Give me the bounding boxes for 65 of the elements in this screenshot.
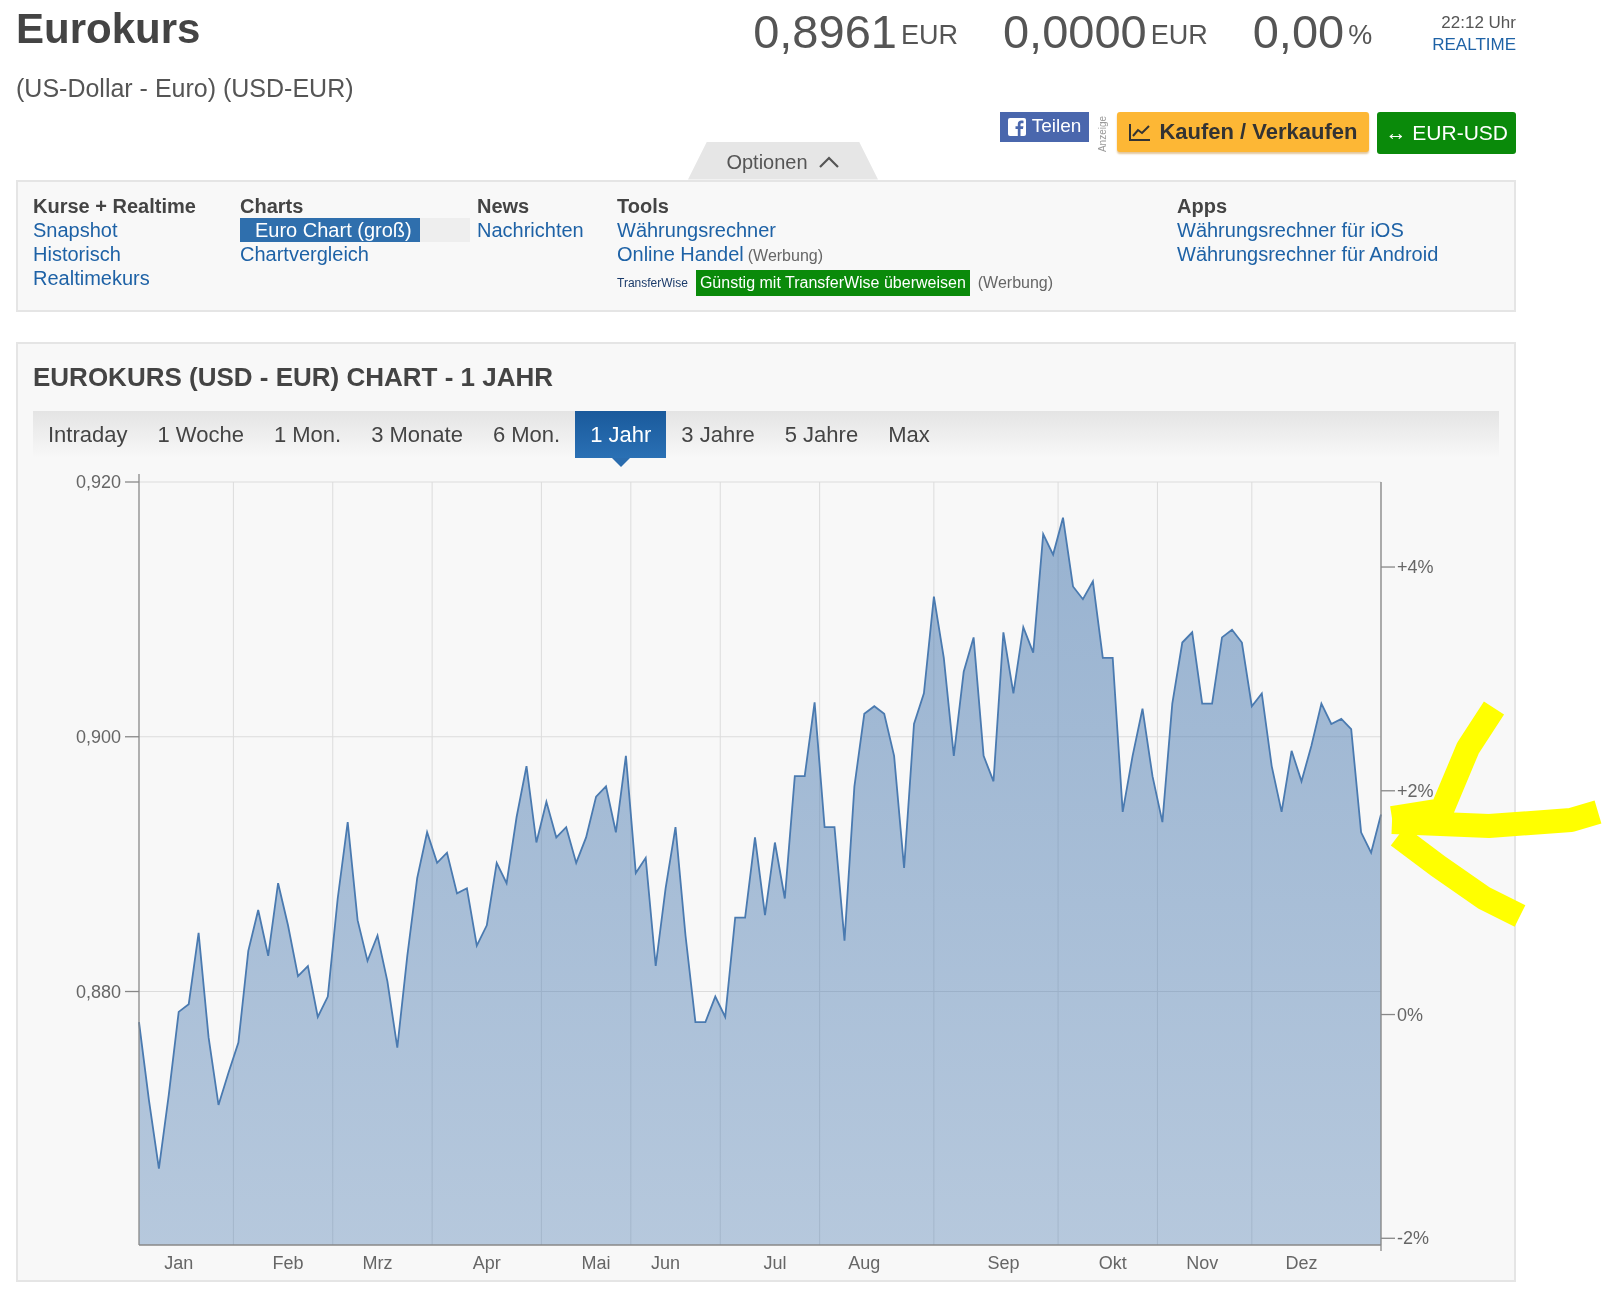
range-tab[interactable]: 6 Mon. <box>477 410 576 458</box>
menu-heading: Apps <box>1177 193 1228 218</box>
options-tab[interactable]: Optionen <box>688 141 878 180</box>
realtime-link[interactable]: REALTIME <box>1432 35 1516 55</box>
quote-value: 0,00 <box>1252 8 1345 55</box>
menu-link[interactable]: Chartvergleich <box>240 241 477 266</box>
month-label: Feb <box>272 1252 304 1273</box>
range-tab[interactable]: 3 Jahre <box>666 410 770 458</box>
range-tab[interactable]: 1 Woche <box>142 410 259 458</box>
y-tick-label: 0,880 <box>75 981 121 1001</box>
month-label: Apr <box>472 1252 501 1273</box>
quote-time: 22:12 Uhr <box>1440 12 1516 34</box>
y-tick-label: 0,900 <box>75 726 121 747</box>
menu-link[interactable]: Snapshot <box>33 217 240 242</box>
menu-link[interactable]: Realtimekurs <box>33 265 240 290</box>
menu-link[interactable]: Währungsrechner <box>617 217 1177 242</box>
tab-pointer-icon <box>611 457 630 467</box>
range-tab[interactable]: Max <box>873 410 945 458</box>
percent-tick-label: 0% <box>1397 1004 1423 1025</box>
facebook-icon <box>1007 117 1026 136</box>
month-label: Sep <box>987 1252 1020 1273</box>
quote-value: 0,8961 <box>753 8 897 55</box>
month-label: Aug <box>848 1252 881 1273</box>
page-subtitle: (US-Dollar - Euro) (USD-EUR) <box>16 73 354 104</box>
quote-unit: % <box>1348 18 1373 52</box>
ad-note: (Werbung) <box>747 245 824 266</box>
menu-link[interactable]: Online Handel <box>617 241 744 266</box>
month-label: Jul <box>763 1252 787 1273</box>
month-label: Jan <box>164 1252 194 1273</box>
month-label: Nov <box>1186 1252 1219 1273</box>
month-label: Dez <box>1285 1252 1318 1273</box>
ad-note: (Werbung) <box>977 272 1054 293</box>
quote-unit: EUR <box>900 18 958 52</box>
y-tick-label: 0,920 <box>75 471 121 492</box>
percent-tick-label: +4% <box>1397 556 1434 577</box>
line-chart-icon <box>1129 122 1152 141</box>
menu-heading: Kurse + Realtime <box>33 193 197 218</box>
menu-heading: Tools <box>617 193 670 218</box>
currency-switch-button[interactable]: ↔ EUR-USD <box>1377 111 1516 154</box>
transferwise-logo: TransferWise <box>617 274 688 292</box>
page-title: Eurokurs <box>16 8 202 50</box>
menu-heading: News <box>477 193 531 218</box>
menu-link[interactable]: Währungsrechner für Android <box>1177 241 1477 266</box>
range-tab[interactable]: Intraday <box>33 410 143 458</box>
promo-link[interactable]: Günstig mit TransferWise überweisen <box>695 269 970 296</box>
range-tab[interactable]: 1 Mon. <box>258 410 357 458</box>
month-label: Jun <box>651 1252 681 1273</box>
share-button[interactable]: Teilen <box>999 111 1090 142</box>
range-tab[interactable]: 5 Jahre <box>769 410 874 458</box>
month-label: Mai <box>581 1252 611 1273</box>
month-label: Okt <box>1098 1252 1127 1273</box>
menu-link[interactable]: Euro Chart (groß) <box>240 217 470 242</box>
quote-unit: EUR <box>1150 18 1208 52</box>
quote-value: 0,0000 <box>1002 8 1147 55</box>
percent-tick-label: +2% <box>1397 780 1434 801</box>
menu-link[interactable]: Historisch <box>33 241 240 266</box>
percent-tick-label: -2% <box>1397 1227 1429 1248</box>
trade-button[interactable]: Kaufen / Verkaufen <box>1117 111 1370 152</box>
menu-heading: Charts <box>240 193 305 218</box>
month-label: Mrz <box>362 1252 393 1273</box>
range-tab[interactable]: 3 Monate <box>356 410 478 458</box>
ad-label: Anzeige <box>1097 115 1110 152</box>
chart-title: EUROKURS (USD - EUR) CHART - 1 JAHR <box>33 360 554 394</box>
menu-link[interactable]: Nachrichten <box>477 217 617 242</box>
menu-link[interactable]: Währungsrechner für iOS <box>1177 217 1477 242</box>
